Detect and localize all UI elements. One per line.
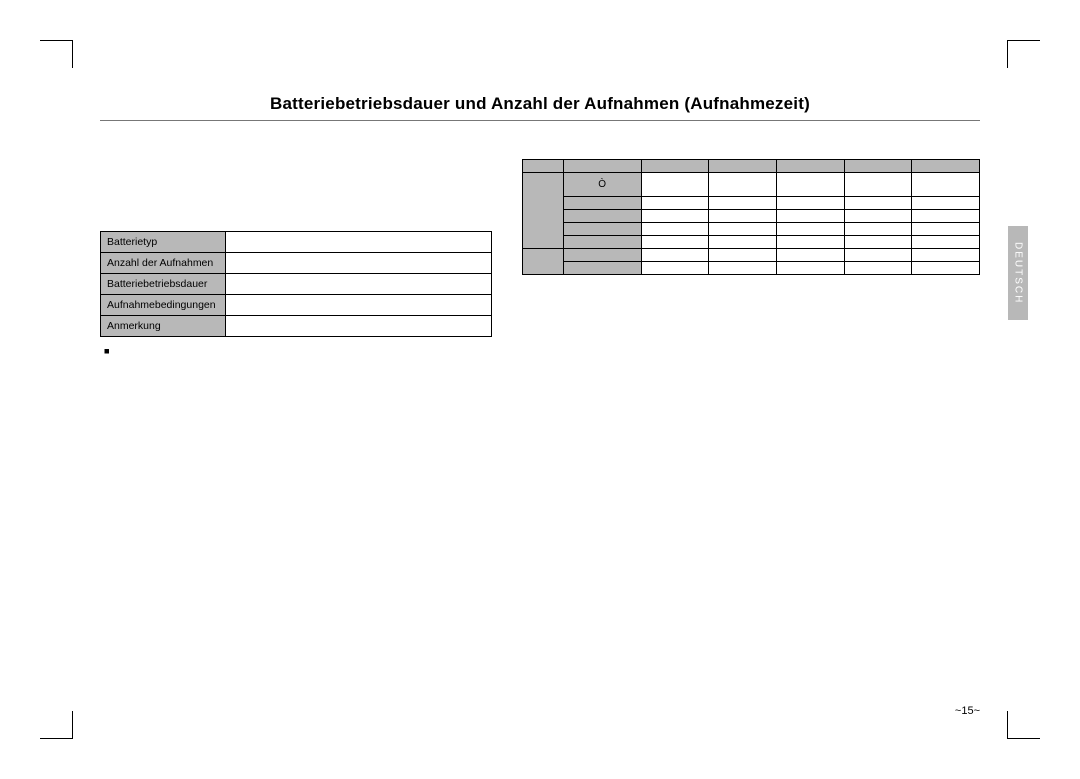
capacity-cell (912, 223, 980, 236)
capacity-header (912, 160, 980, 173)
capacity-row-header (563, 197, 641, 210)
capacity-cell (776, 197, 844, 210)
battery-spec-label: Batteriebetriebsdauer (101, 274, 226, 295)
right-column: Ò (514, 151, 980, 275)
page-number: ~15~ (955, 705, 980, 717)
battery-spec-table: Batterietyp Anzahl der Aufnahmen Batteri… (100, 231, 492, 337)
battery-spec-value (225, 274, 491, 295)
capacity-row-header (522, 173, 563, 249)
capacity-cell (776, 249, 844, 262)
capacity-cell (641, 210, 709, 223)
capacity-cell (844, 197, 912, 210)
battery-spec-value (225, 295, 491, 316)
capacity-header (522, 160, 563, 173)
capacity-header (709, 160, 777, 173)
capacity-cell (912, 262, 980, 275)
capacity-row-header: Ò (563, 173, 641, 197)
capacity-header (776, 160, 844, 173)
capacity-cell (776, 173, 844, 197)
language-tab: DEUTSCH (1008, 226, 1028, 320)
capacity-header (563, 160, 641, 173)
left-column: Batterietyp Anzahl der Aufnahmen Batteri… (100, 151, 514, 345)
capacity-cell (844, 249, 912, 262)
page-title: Batteriebetriebsdauer und Anzahl der Auf… (100, 94, 980, 121)
battery-spec-value (225, 316, 491, 337)
capacity-cell (912, 210, 980, 223)
capacity-row-header (563, 210, 641, 223)
capacity-cell (709, 262, 777, 275)
capacity-cell (641, 249, 709, 262)
capacity-cell (844, 223, 912, 236)
battery-spec-label: Aufnahmebedingungen (101, 295, 226, 316)
capacity-row-header (563, 236, 641, 249)
capacity-cell (844, 236, 912, 249)
capacity-cell (709, 173, 777, 197)
capacity-cell (641, 262, 709, 275)
capacity-cell (912, 249, 980, 262)
battery-spec-label: Anmerkung (101, 316, 226, 337)
capacity-cell (709, 223, 777, 236)
capacity-cell (776, 223, 844, 236)
battery-spec-label: Anzahl der Aufnahmen (101, 253, 226, 274)
capacity-header (844, 160, 912, 173)
battery-spec-value (225, 253, 491, 274)
capacity-cell (912, 173, 980, 197)
capacity-cell (776, 210, 844, 223)
language-tab-label: DEUTSCH (1012, 242, 1023, 304)
capacity-cell (776, 236, 844, 249)
battery-spec-value (225, 232, 491, 253)
capacity-cell (912, 197, 980, 210)
capacity-cell (709, 236, 777, 249)
manual-page: Batteriebetriebsdauer und Anzahl der Auf… (100, 94, 980, 689)
battery-spec-label: Batterietyp (101, 232, 226, 253)
capacity-row-header (522, 249, 563, 275)
battery-intro-text (100, 151, 492, 213)
capacity-cell (844, 210, 912, 223)
capacity-row-header (563, 262, 641, 275)
capacity-cell (844, 262, 912, 275)
capacity-cell (776, 262, 844, 275)
capacity-cell (641, 223, 709, 236)
capacity-header (641, 160, 709, 173)
capacity-cell (709, 249, 777, 262)
capacity-cell (641, 197, 709, 210)
capacity-cell (641, 173, 709, 197)
capacity-cell (709, 197, 777, 210)
capacity-table: Ò (522, 159, 980, 275)
capacity-cell (709, 210, 777, 223)
capacity-cell (641, 236, 709, 249)
capacity-row-header (563, 223, 641, 236)
capacity-cell (912, 236, 980, 249)
capacity-cell (844, 173, 912, 197)
capacity-row-header (563, 249, 641, 262)
